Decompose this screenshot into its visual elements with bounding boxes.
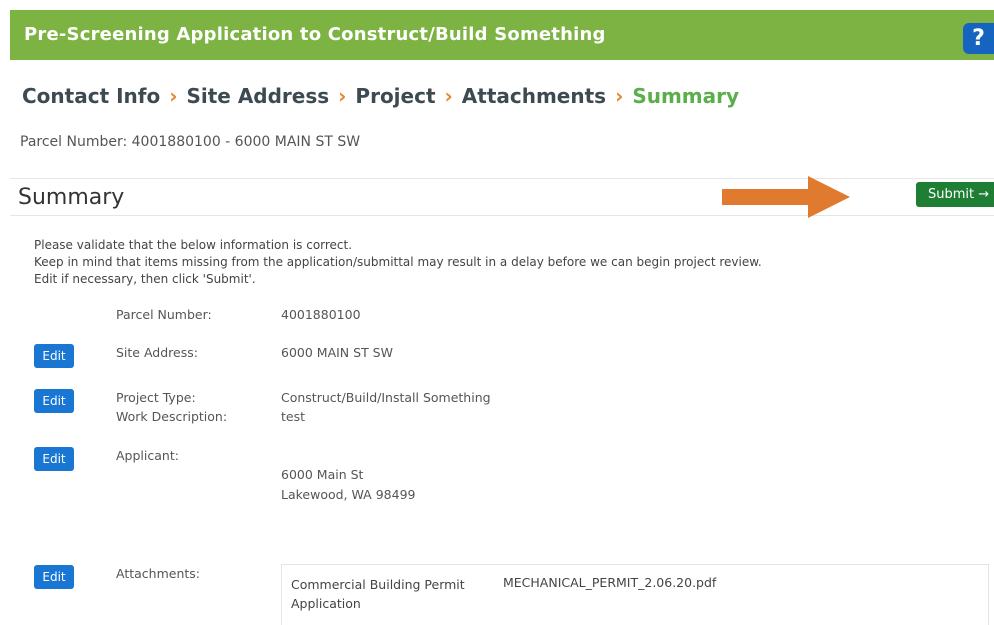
app-header: Pre-Screening Application to Construct/B… — [10, 10, 994, 60]
applicant-label: Applicant: — [116, 448, 179, 463]
breadcrumb-site-address[interactable]: Site Address — [186, 84, 329, 108]
chevron-right-icon: › — [615, 84, 624, 108]
chevron-right-icon: › — [338, 84, 347, 108]
parcel-info: Parcel Number: 4001880100 - 6000 MAIN ST… — [20, 134, 361, 150]
site-address-label: Site Address: — [116, 345, 198, 360]
edit-applicant-button[interactable]: Edit — [34, 447, 74, 471]
help-icon[interactable]: ? — [963, 23, 994, 54]
breadcrumb-attachments[interactable]: Attachments — [462, 84, 606, 108]
attachments-label: Attachments: — [116, 566, 201, 581]
attachment-type: Commercial Building Permit Application — [291, 575, 481, 613]
work-description-value: test — [281, 409, 306, 424]
instruction-line: Please validate that the below informati… — [34, 238, 353, 252]
edit-site-address-button[interactable]: Edit — [34, 344, 74, 368]
chevron-right-icon: › — [169, 84, 178, 108]
instruction-line: Edit if necessary, then click 'Submit'. — [34, 272, 256, 286]
page-title: Pre-Screening Application to Construct/B… — [24, 24, 606, 45]
edit-project-button[interactable]: Edit — [34, 389, 74, 413]
instruction-line: Keep in mind that items missing from the… — [34, 255, 762, 269]
arrow-right-icon — [722, 176, 850, 218]
submit-button[interactable]: Submit → — [916, 182, 994, 207]
work-description-label: Work Description: — [116, 409, 228, 424]
parcel-number-value: 4001880100 — [281, 307, 361, 322]
breadcrumb-project[interactable]: Project — [355, 84, 435, 108]
site-address-value: 6000 MAIN ST SW — [281, 345, 393, 360]
instructions: Please validate that the below informati… — [34, 237, 762, 288]
project-type-value: Construct/Build/Install Something — [281, 390, 491, 405]
breadcrumb-contact-info[interactable]: Contact Info — [22, 84, 160, 108]
section-title: Summary — [18, 185, 125, 210]
edit-attachments-button[interactable]: Edit — [34, 565, 74, 589]
attachment-type-line: Application — [291, 596, 361, 611]
breadcrumb: Contact Info › Site Address › Project › Attach… — [22, 84, 739, 108]
attachments-table: Commercial Building Permit Application M… — [281, 564, 989, 625]
attachment-file-link[interactable]: MECHANICAL_PERMIT_2.06.20.pdf — [503, 575, 716, 590]
breadcrumb-summary: Summary — [632, 84, 740, 108]
applicant-address-line1: 6000 Main St — [281, 467, 364, 482]
project-type-label: Project Type: — [116, 390, 196, 405]
parcel-number-label: Parcel Number: — [116, 307, 212, 322]
chevron-right-icon: › — [444, 84, 453, 108]
applicant-address-line2: Lakewood, WA 98499 — [281, 487, 416, 502]
attachment-type-line: Commercial Building Permit — [291, 577, 465, 592]
